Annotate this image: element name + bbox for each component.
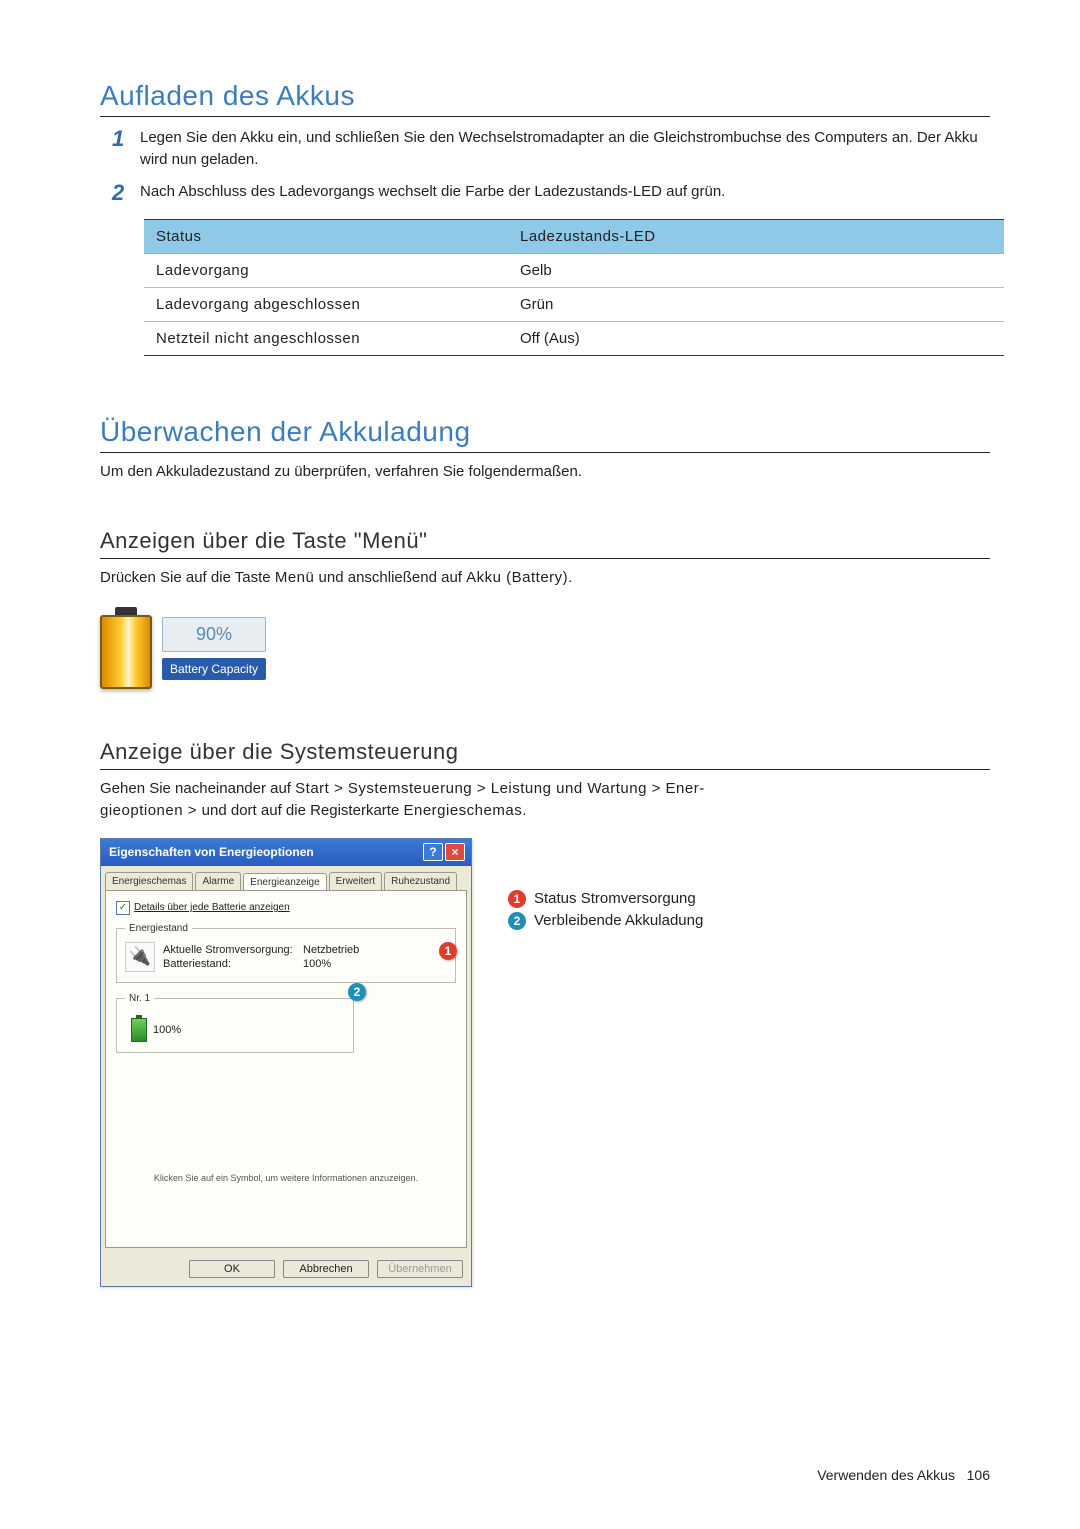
sub2-text: Gehen Sie nacheinander auf Start > Syste… <box>100 778 990 822</box>
dialog-hint: Klicken Sie auf ein Symbol, um weitere I… <box>116 1173 456 1183</box>
sub1-text-post: . <box>568 569 572 586</box>
sub1-bold-menu: Menü <box>275 569 315 586</box>
plug-icon: 🔌 <box>125 942 155 972</box>
batt-state-value: 100% <box>303 958 359 970</box>
sub2-text-mid: und dort auf die Registerkarte <box>202 802 404 819</box>
cancel-button[interactable]: Abbrechen <box>283 1260 369 1278</box>
section2-intro: Um den Akkuladezustand zu überprüfen, ve… <box>100 461 990 483</box>
table-row: Ladevorgang abgeschlossen Grün <box>144 287 1004 321</box>
energiestand-fieldset: Energiestand 🔌 Aktuelle Stromversorgung:… <box>116 923 456 983</box>
step-2-text: Nach Abschluss des Ladevorgangs wechselt… <box>140 181 990 203</box>
battery-percent: 90% <box>162 617 266 652</box>
section-title-ueberwachen: Überwachen der Akkuladung <box>100 416 990 453</box>
callout-1-icon: 1 <box>508 890 526 908</box>
sub2-text-pre: Gehen Sie nacheinander auf <box>100 780 295 797</box>
power-source-value: Netzbetrieb <box>303 944 359 956</box>
tab-alarme[interactable]: Alarme <box>195 872 241 890</box>
callout-2-marker: 2 <box>348 983 366 1001</box>
callout-1-marker: 1 <box>439 942 457 960</box>
dialog-body: ✓ Details über jede Batterie anzeigen En… <box>105 890 467 1248</box>
sub1-text-mid: und anschließend auf <box>314 569 466 586</box>
sub2-text-post: . <box>522 802 526 819</box>
tab-energieschemas[interactable]: Energieschemas <box>105 872 193 890</box>
dialog-titlebar: Eigenschaften von Energieoptionen ? × <box>101 839 471 866</box>
footer-chapter: Verwenden des Akkus <box>817 1467 955 1483</box>
sub2-bold-path2: gieoptionen > <box>100 802 202 819</box>
callout-2-icon: 2 <box>508 912 526 930</box>
led-row2-c2: Grün <box>508 287 1004 321</box>
step-2: 2 Nach Abschluss des Ladevorgangs wechse… <box>112 181 990 205</box>
details-checkbox-label: Details über jede Batterie anzeigen <box>134 902 290 913</box>
callout-legend: 1 Status Stromversorgung 2 Verbleibende … <box>508 890 703 934</box>
sub2-title: Anzeige über die Systemsteuerung <box>100 739 990 770</box>
sub2-bold-path1: Start > Systemsteuerung > Leistung und W… <box>295 780 705 797</box>
step-1: 1 Legen Sie den Akku ein, und schließen … <box>112 127 990 171</box>
led-th-status: Status <box>144 219 508 253</box>
battery-capacity-widget: 90% Battery Capacity <box>100 607 266 689</box>
callout-1-text: Status Stromversorgung <box>534 890 696 907</box>
details-checkbox[interactable]: ✓ <box>116 901 130 915</box>
table-row: Netzteil nicht angeschlossen Off (Aus) <box>144 321 1004 355</box>
step-1-text: Legen Sie den Akku ein, und schließen Si… <box>140 127 990 171</box>
led-th-led: Ladezustands-LED <box>508 219 1004 253</box>
battery-icon <box>100 607 152 689</box>
led-row2-c1: Ladevorgang abgeschlossen <box>144 287 508 321</box>
table-row: Ladevorgang Gelb <box>144 253 1004 287</box>
led-row3-c1: Netzteil nicht angeschlossen <box>144 321 508 355</box>
sub1-text-pre: Drücken Sie auf die Taste <box>100 569 275 586</box>
energiestand-legend: Energiestand <box>125 923 192 934</box>
led-row1-c1: Ladevorgang <box>144 253 508 287</box>
step-number-2: 2 <box>112 181 140 205</box>
led-row1-c2: Gelb <box>508 253 1004 287</box>
sub1-bold-akku: Akku (Battery) <box>466 569 568 586</box>
batt-nr-fieldset: Nr. 1 100% <box>116 993 354 1053</box>
batt-nr-legend: Nr. 1 <box>125 993 154 1004</box>
help-button-icon[interactable]: ? <box>423 843 443 861</box>
footer-page: 106 <box>967 1467 990 1483</box>
battery-mini-icon <box>131 1018 147 1042</box>
led-status-table: Status Ladezustands-LED Ladevorgang Gelb… <box>144 219 1004 356</box>
led-row3-c2: Off (Aus) <box>508 321 1004 355</box>
sub1-text: Drücken Sie auf die Taste Menü und ansch… <box>100 567 990 589</box>
sub2-bold-tab: Energieschemas <box>403 802 522 819</box>
power-source-label: Aktuelle Stromversorgung: <box>163 944 303 956</box>
sub1-title: Anzeigen über die Taste "Menü" <box>100 528 990 559</box>
battery-capacity-label: Battery Capacity <box>162 658 266 680</box>
dialog-tabs: Energieschemas Alarme Energieanzeige Erw… <box>101 866 471 890</box>
batt-state-label: Batteriestand: <box>163 958 303 970</box>
callout-2-text: Verbleibende Akkuladung <box>534 912 703 929</box>
batt-nr-value: 100% <box>153 1024 181 1036</box>
apply-button[interactable]: Übernehmen <box>377 1260 463 1278</box>
ok-button[interactable]: OK <box>189 1260 275 1278</box>
tab-erweitert[interactable]: Erweitert <box>329 872 382 890</box>
page-footer: Verwenden des Akkus 106 <box>817 1467 990 1483</box>
step-number-1: 1 <box>112 127 140 151</box>
dialog-title-text: Eigenschaften von Energieoptionen <box>109 845 314 859</box>
section-title-aufladen: Aufladen des Akkus <box>100 80 990 117</box>
tab-energieanzeige[interactable]: Energieanzeige <box>243 873 327 891</box>
tab-ruhezustand[interactable]: Ruhezustand <box>384 872 457 890</box>
energy-options-dialog: Eigenschaften von Energieoptionen ? × En… <box>100 838 472 1287</box>
close-button-icon[interactable]: × <box>445 843 465 861</box>
